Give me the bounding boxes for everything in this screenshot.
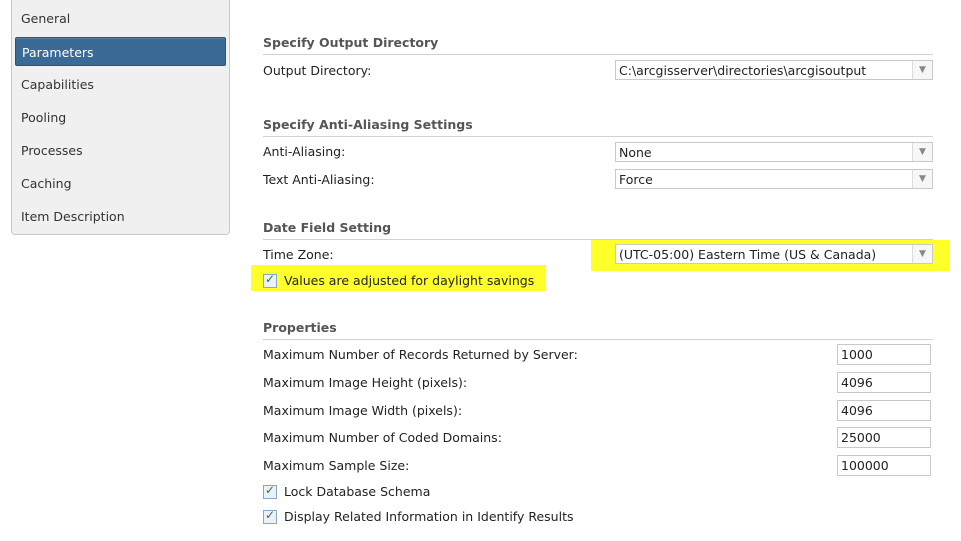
section-title-date-field: Date Field Setting bbox=[263, 220, 933, 240]
chevron-down-icon[interactable]: ▼ bbox=[912, 61, 932, 79]
checkmark-icon: ✓ bbox=[264, 508, 276, 522]
section-title-anti-aliasing: Specify Anti-Aliasing Settings bbox=[263, 117, 933, 137]
related-info-checkbox[interactable]: ✓ bbox=[263, 508, 277, 524]
chevron-down-icon[interactable]: ▼ bbox=[912, 170, 932, 188]
section-title-output-directory: Specify Output Directory bbox=[263, 35, 933, 55]
time-zone-select[interactable]: (UTC-05:00) Eastern Time (US & Canada) ▼ bbox=[615, 244, 933, 264]
daylight-savings-label[interactable]: Values are adjusted for daylight savings bbox=[284, 273, 534, 288]
max-image-width-input[interactable] bbox=[837, 400, 931, 421]
output-directory-select[interactable]: C:\arcgisserver\directories\arcgisoutput… bbox=[615, 60, 933, 80]
text-anti-aliasing-select[interactable]: Force ▼ bbox=[615, 169, 933, 189]
max-image-height-label: Maximum Image Height (pixels): bbox=[263, 375, 468, 390]
sidebar-item-pooling[interactable]: Pooling bbox=[15, 103, 226, 132]
sidebar-item-caching[interactable]: Caching bbox=[15, 169, 226, 198]
anti-aliasing-label: Anti-Aliasing: bbox=[263, 144, 346, 159]
daylight-savings-checkbox[interactable]: ✓ bbox=[263, 272, 277, 288]
text-anti-aliasing-value: Force bbox=[619, 172, 653, 187]
sidebar-item-capabilities[interactable]: Capabilities bbox=[15, 70, 226, 99]
checkmark-icon: ✓ bbox=[264, 483, 276, 497]
sidebar-nav: General Parameters Capabilities Pooling … bbox=[11, 0, 230, 235]
sidebar-item-processes[interactable]: Processes bbox=[15, 136, 226, 165]
sidebar-item-parameters[interactable]: Parameters bbox=[15, 37, 226, 66]
chevron-down-icon[interactable]: ▼ bbox=[912, 245, 932, 263]
anti-aliasing-select[interactable]: None ▼ bbox=[615, 142, 933, 162]
output-directory-value: C:\arcgisserver\directories\arcgisoutput bbox=[619, 63, 867, 78]
anti-aliasing-value: None bbox=[619, 145, 652, 160]
max-image-height-input[interactable] bbox=[837, 372, 931, 393]
sidebar-item-general[interactable]: General bbox=[15, 4, 226, 33]
checkmark-icon: ✓ bbox=[264, 272, 276, 286]
max-coded-domains-label: Maximum Number of Coded Domains: bbox=[263, 430, 502, 445]
max-records-input[interactable] bbox=[837, 344, 931, 365]
max-sample-size-label: Maximum Sample Size: bbox=[263, 458, 410, 473]
sidebar-item-item-description[interactable]: Item Description bbox=[15, 202, 226, 231]
max-sample-size-input[interactable] bbox=[837, 455, 931, 476]
lock-schema-checkbox[interactable]: ✓ bbox=[263, 483, 277, 499]
time-zone-value: (UTC-05:00) Eastern Time (US & Canada) bbox=[619, 247, 877, 262]
related-info-label[interactable]: Display Related Information in Identify … bbox=[284, 509, 574, 524]
output-directory-label: Output Directory: bbox=[263, 63, 372, 78]
chevron-down-icon[interactable]: ▼ bbox=[912, 143, 932, 161]
lock-schema-label[interactable]: Lock Database Schema bbox=[284, 484, 430, 499]
text-anti-aliasing-label: Text Anti-Aliasing: bbox=[263, 172, 375, 187]
max-coded-domains-input[interactable] bbox=[837, 427, 931, 448]
time-zone-label: Time Zone: bbox=[263, 247, 334, 262]
max-records-label: Maximum Number of Records Returned by Se… bbox=[263, 347, 578, 362]
max-image-width-label: Maximum Image Width (pixels): bbox=[263, 403, 463, 418]
section-title-properties: Properties bbox=[263, 320, 933, 340]
